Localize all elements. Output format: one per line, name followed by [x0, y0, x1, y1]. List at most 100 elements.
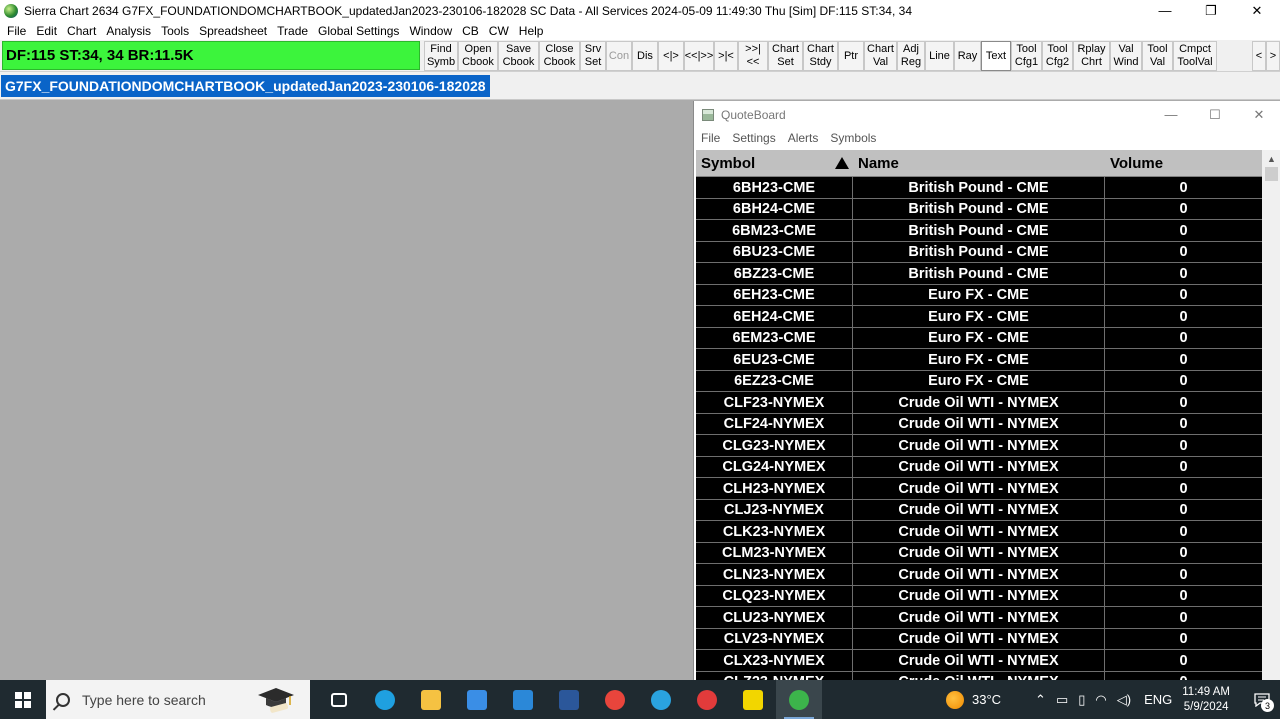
table-row[interactable]: 6EH24-CME Euro FX - CME 0	[696, 306, 1262, 328]
chart-values-button[interactable]: Chart Val	[864, 41, 897, 71]
tool-config-1-button[interactable]: Tool Cfg1	[1011, 41, 1042, 71]
scrollbar-thumb[interactable]	[1265, 167, 1278, 181]
quoteboard-close-button[interactable]: ✕	[1237, 101, 1280, 128]
table-row[interactable]: 6EU23-CME Euro FX - CME 0	[696, 349, 1262, 371]
table-row[interactable]: CLH23-NYMEX Crude Oil WTI - NYMEX 0	[696, 478, 1262, 500]
quoteboard-title-bar[interactable]: QuoteBoard — ☐ ✕	[694, 101, 1280, 128]
column-header-symbol[interactable]: Symbol	[696, 150, 853, 177]
server-settings-button[interactable]: Srv Set	[580, 41, 606, 71]
table-row[interactable]: CLF24-NYMEX Crude Oil WTI - NYMEX 0	[696, 413, 1262, 435]
compact-tool-values-button[interactable]: Cmpct ToolVal	[1173, 41, 1217, 71]
menu-item-tools[interactable]: Tools	[156, 24, 194, 38]
menu-item-analysis[interactable]: Analysis	[101, 24, 156, 38]
chart-settings-button[interactable]: Chart Set	[768, 41, 803, 71]
weather-temperature[interactable]: 33°C	[972, 692, 1001, 707]
table-row[interactable]: 6BH24-CME British Pound - CME 0	[696, 198, 1262, 220]
red-app-taskbar-button[interactable]	[684, 680, 730, 719]
table-row[interactable]: CLN23-NYMEX Crude Oil WTI - NYMEX 0	[696, 564, 1262, 586]
restore-button[interactable]: ❐	[1188, 0, 1234, 21]
open-chartbook-button[interactable]: Open Cbook	[458, 41, 498, 71]
word-taskbar-button[interactable]	[546, 680, 592, 719]
table-row[interactable]: CLJ23-NYMEX Crude Oil WTI - NYMEX 0	[696, 499, 1262, 521]
zoom-mode-button[interactable]: <<|>>	[684, 41, 714, 71]
mail-taskbar-button[interactable]	[500, 680, 546, 719]
taskbar-search-box[interactable]: Type here to search	[46, 680, 310, 719]
menu-item-chart[interactable]: Chart	[62, 24, 101, 38]
menu-item-edit[interactable]: Edit	[31, 24, 62, 38]
fit-expand-button[interactable]: >>|<<	[738, 41, 768, 71]
column-header-volume[interactable]: Volume	[1105, 150, 1262, 177]
yellow-app-taskbar-button[interactable]	[730, 680, 776, 719]
table-row[interactable]: CLK23-NYMEX Crude Oil WTI - NYMEX 0	[696, 521, 1262, 543]
wifi-icon[interactable]: ◠	[1095, 692, 1106, 708]
close-button[interactable]: ✕	[1234, 0, 1280, 21]
table-row[interactable]: 6EM23-CME Euro FX - CME 0	[696, 327, 1262, 349]
tool-values-button[interactable]: Tool Val	[1142, 41, 1173, 71]
quoteboard-maximize-button[interactable]: ☐	[1193, 101, 1237, 128]
adjust-region-button[interactable]: Adj Reg	[897, 41, 925, 71]
column-header-name[interactable]: Name	[853, 150, 1105, 177]
toolbar-scroll-left-button[interactable]: <	[1252, 41, 1266, 71]
quoteboard-menu-file[interactable]: File	[695, 131, 726, 145]
menu-item-spreadsheet[interactable]: Spreadsheet	[194, 24, 272, 38]
table-row[interactable]: CLU23-NYMEX Crude Oil WTI - NYMEX 0	[696, 607, 1262, 629]
table-row[interactable]: CLG24-NYMEX Crude Oil WTI - NYMEX 0	[696, 456, 1262, 478]
table-row[interactable]: 6BU23-CME British Pound - CME 0	[696, 241, 1262, 263]
menu-item-help[interactable]: Help	[514, 24, 549, 38]
weather-sun-icon[interactable]	[946, 690, 964, 709]
tool-config-2-button[interactable]: Tool Cfg2	[1042, 41, 1073, 71]
sierra-chart-taskbar-button[interactable]	[776, 680, 822, 719]
volume-icon[interactable]: ◁)	[1117, 692, 1131, 708]
table-row[interactable]: 6EH23-CME Euro FX - CME 0	[696, 284, 1262, 306]
minimize-button[interactable]: —	[1142, 0, 1188, 21]
task-view-taskbar-button[interactable]	[316, 680, 362, 719]
text-tool-button[interactable]: Text	[981, 41, 1011, 71]
table-row[interactable]: 6BM23-CME British Pound - CME 0	[696, 220, 1262, 242]
table-row[interactable]: CLM23-NYMEX Crude Oil WTI - NYMEX 0	[696, 542, 1262, 564]
chartbook-tab[interactable]: G7FX_FOUNDATIONDOMCHARTBOOK_updatedJan20…	[1, 75, 490, 97]
connect-button[interactable]: Con	[606, 41, 632, 71]
microsoft-store-taskbar-button[interactable]	[454, 680, 500, 719]
scroll-up-arrow-icon[interactable]: ▲	[1262, 150, 1280, 167]
chart-studies-button[interactable]: Chart Stdy	[803, 41, 838, 71]
table-row[interactable]: 6EZ23-CME Euro FX - CME 0	[696, 370, 1262, 392]
table-row[interactable]: CLQ23-NYMEX Crude Oil WTI - NYMEX 0	[696, 585, 1262, 607]
toolbar-scroll-right-button[interactable]: >	[1266, 41, 1280, 71]
telegram-taskbar-button[interactable]	[638, 680, 684, 719]
table-row[interactable]: CLX23-NYMEX Crude Oil WTI - NYMEX 0	[696, 650, 1262, 672]
menu-item-cb[interactable]: CB	[457, 24, 484, 38]
quoteboard-vertical-scrollbar[interactable]: ▲	[1262, 150, 1280, 680]
menu-item-global-settings[interactable]: Global Settings	[313, 24, 404, 38]
menu-item-window[interactable]: Window	[404, 24, 457, 38]
quoteboard-minimize-button[interactable]: —	[1149, 101, 1193, 128]
values-window-button[interactable]: Val Wind	[1110, 41, 1142, 71]
file-explorer-taskbar-button[interactable]	[408, 680, 454, 719]
scroll-mode-button[interactable]: <|>	[658, 41, 684, 71]
fit-compress-button[interactable]: >|<	[714, 41, 738, 71]
menu-item-cw[interactable]: CW	[484, 24, 514, 38]
menu-item-trade[interactable]: Trade	[272, 24, 313, 38]
meet-now-icon[interactable]: ▭	[1056, 692, 1068, 708]
pointer-button[interactable]: Ptr	[838, 41, 864, 71]
menu-item-file[interactable]: File	[2, 24, 31, 38]
start-button[interactable]	[0, 680, 46, 719]
table-row[interactable]: CLZ23-NYMEXCrude Oil WTI - NYMEX0	[696, 671, 1262, 680]
chrome-taskbar-button[interactable]	[592, 680, 638, 719]
notification-center-button[interactable]: 3	[1244, 680, 1280, 719]
close-chartbook-button[interactable]: Close Cbook	[539, 41, 580, 71]
quoteboard-menu-symbols[interactable]: Symbols	[824, 131, 882, 145]
table-row[interactable]: 6BH23-CME British Pound - CME 0	[696, 177, 1262, 199]
taskbar-clock[interactable]: 11:49 AM 5/9/2024	[1182, 685, 1230, 715]
replay-chart-button[interactable]: Rplay Chrt	[1073, 41, 1110, 71]
quoteboard-menu-alerts[interactable]: Alerts	[782, 131, 825, 145]
table-row[interactable]: CLF23-NYMEX Crude Oil WTI - NYMEX 0	[696, 392, 1262, 414]
battery-icon[interactable]: ▯	[1078, 692, 1085, 708]
table-row[interactable]: 6BZ23-CME British Pound - CME 0	[696, 263, 1262, 285]
input-language[interactable]: ENG	[1144, 692, 1172, 707]
edge-taskbar-button[interactable]	[362, 680, 408, 719]
show-hidden-icons-chevron-icon[interactable]: ⌃	[1035, 692, 1046, 708]
disconnect-button[interactable]: Dis	[632, 41, 658, 71]
table-row[interactable]: CLG23-NYMEX Crude Oil WTI - NYMEX 0	[696, 435, 1262, 457]
table-row[interactable]: CLV23-NYMEX Crude Oil WTI - NYMEX 0	[696, 628, 1262, 650]
line-tool-button[interactable]: Line	[925, 41, 954, 71]
